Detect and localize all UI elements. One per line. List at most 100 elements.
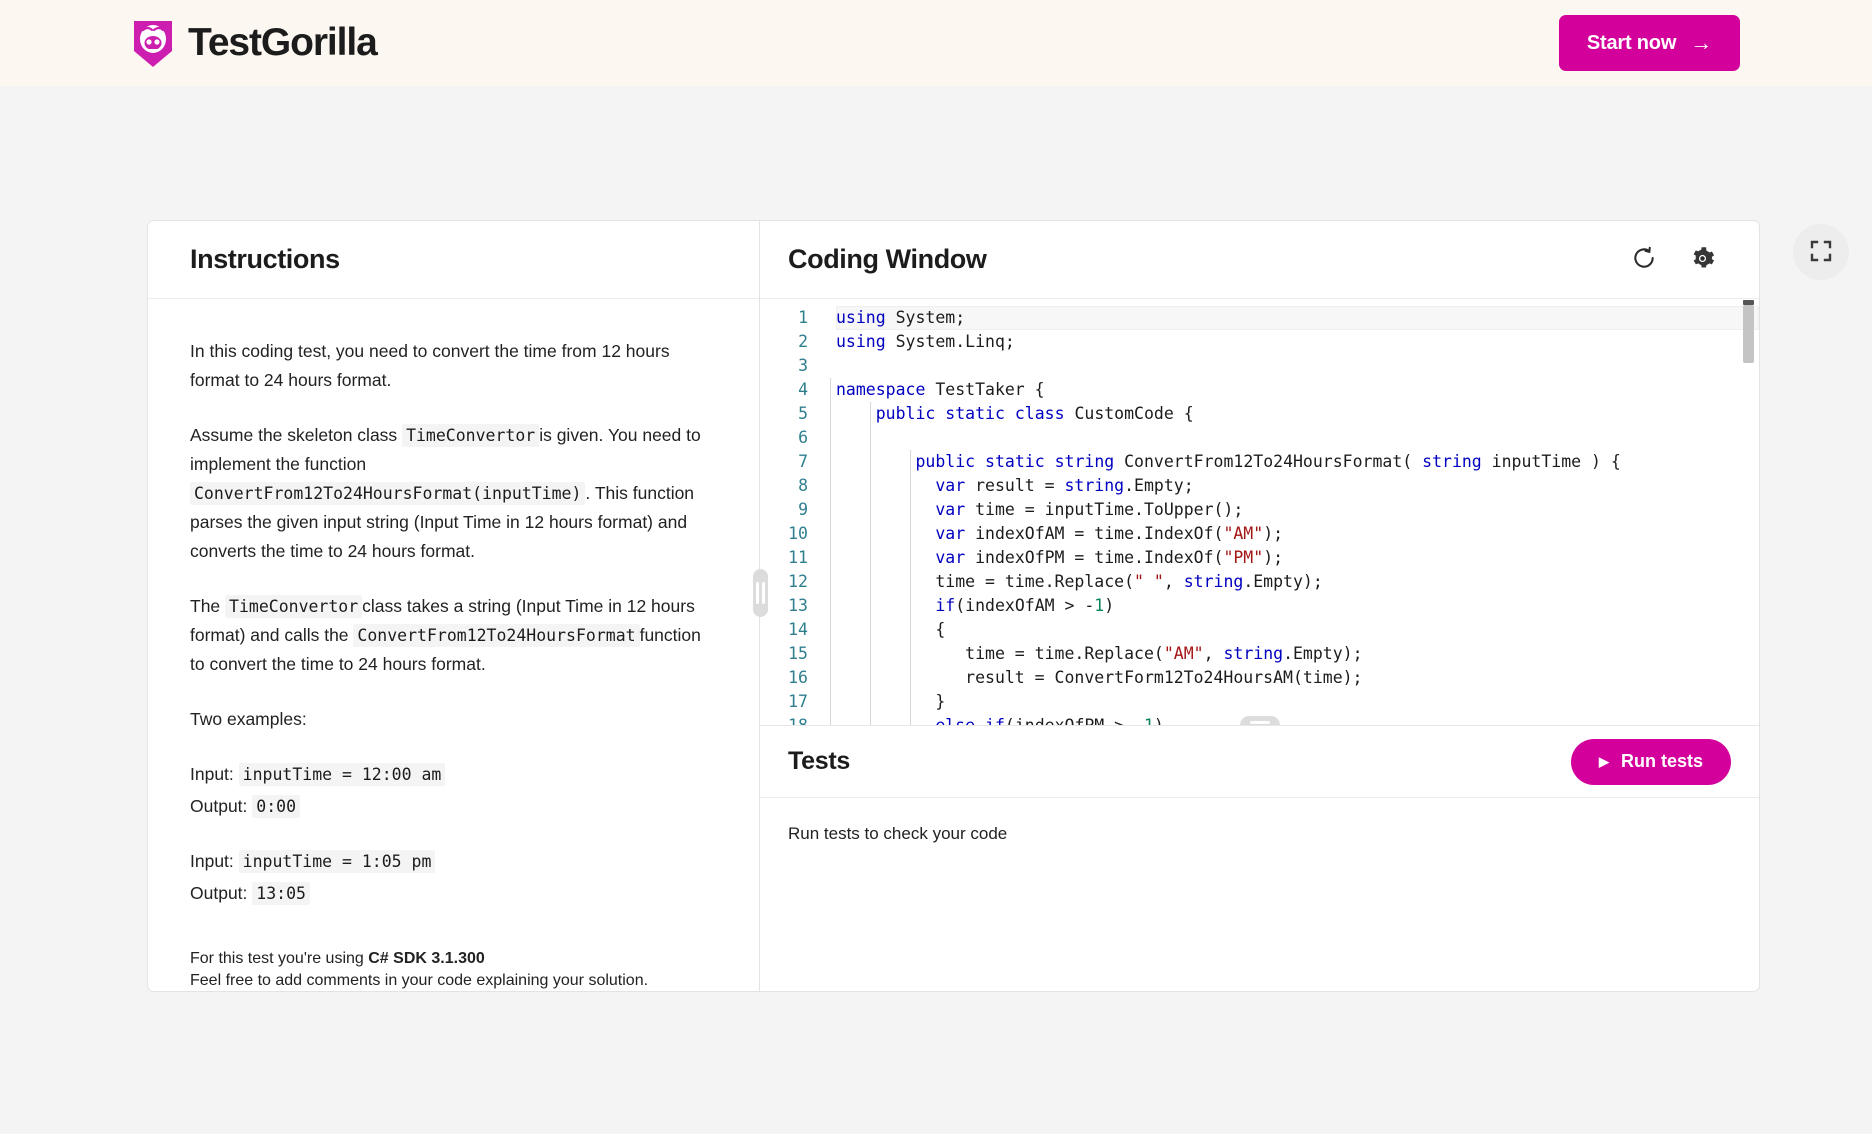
resize-grip-line [762, 582, 765, 604]
code-line[interactable]: if(indexOfAM > -1) [836, 594, 1759, 618]
p3-text-a: The [190, 596, 221, 616]
tests-title: Tests [788, 747, 850, 775]
tests-empty-state: Run tests to check your code [788, 824, 1008, 843]
run-tests-label: Run tests [1620, 751, 1703, 771]
example-2-output: Output: 13:05 [190, 879, 717, 908]
top-header-bar: TestGorilla Start now → [0, 0, 1872, 86]
code-line[interactable] [836, 426, 1759, 450]
reset-rotate-icon [1631, 245, 1657, 274]
code-editor-inner[interactable]: 1 2 3 4 5 6 7 8 9 10 11 12 13 14 15 16 17 18 using System… [760, 299, 1759, 725]
p2-code-function-signature: ConvertFrom12To24HoursFormat(inputTime) [190, 482, 586, 505]
code-line[interactable]: var indexOfAM = time.IndexOf("AM"); [836, 522, 1759, 546]
example-2-output-label: Output: [190, 883, 248, 903]
start-now-label: Start now [1586, 31, 1677, 54]
code-line[interactable]: public static string ConvertFrom12To24Ho… [836, 450, 1759, 474]
examples-label: Two examples: [190, 709, 307, 729]
run-tests-button[interactable]: ▶ Run tests [1570, 738, 1731, 785]
line-number: 15 [788, 644, 808, 663]
example-1-input-label: Input: [190, 764, 234, 784]
code-line[interactable]: result = ConvertForm12To24HoursAM(time); [836, 666, 1759, 690]
reset-code-button[interactable] [1629, 245, 1659, 275]
line-number: 11 [788, 548, 808, 567]
line-number: 6 [798, 428, 808, 447]
line-number: 2 [798, 332, 808, 351]
example-2-input-value: inputTime = 1:05 pm [238, 850, 436, 873]
arrow-right-icon: → [1690, 30, 1712, 55]
example-2-input-label: Input: [190, 851, 234, 871]
coding-window-title: Coding Window [788, 244, 987, 274]
line-number: 18 [788, 716, 808, 726]
code-editor[interactable]: 1 2 3 4 5 6 7 8 9 10 11 12 13 14 15 16 17 18 using System… [760, 299, 1759, 726]
code-line[interactable]: time = time.Replace("AM", string.Empty); [836, 642, 1759, 666]
comments-hint: Feel free to add comments in your code e… [190, 972, 649, 989]
horizontal-resize-handle[interactable] [1239, 716, 1280, 725]
code-lines-container[interactable]: using System; using System.Linq; namespac… [822, 306, 1759, 725]
example-1-output-label: Output: [190, 796, 248, 816]
sdk-line-prefix: For this test you're using [190, 950, 369, 967]
line-number: 4 [798, 380, 808, 399]
coding-window-header: Coding Window [760, 221, 1759, 299]
example-1-output: Output: 0:00 [190, 792, 717, 821]
sdk-version: C# SDK 3.1.300 [368, 950, 485, 967]
tests-header: Tests ▶ Run tests [760, 726, 1759, 798]
line-number: 16 [788, 668, 808, 687]
example-1-output-value: 0:00 [252, 795, 301, 818]
resize-grip-line [1249, 720, 1270, 724]
resize-grip-line [756, 582, 759, 604]
vertical-resize-handle[interactable] [753, 569, 768, 617]
instructions-panel: Instructions In this coding test, you ne… [148, 221, 760, 991]
line-number: 10 [788, 524, 808, 543]
indent-guide-1 [830, 378, 831, 725]
example-1-input: Input: inputTime = 12:00 am [190, 760, 717, 789]
line-number: 3 [798, 356, 808, 375]
code-line[interactable]: var indexOfPM = time.IndexOf("PM"); [836, 546, 1759, 570]
instructions-content: In this coding test, you need to convert… [148, 299, 759, 991]
instructions-footer-note: For this test you're using C# SDK 3.1.30… [190, 948, 717, 991]
main-panels: Instructions In this coding test, you ne… [147, 220, 1760, 992]
line-number: 7 [798, 452, 808, 471]
code-line[interactable]: { [836, 618, 1759, 642]
code-line[interactable]: public static class CustomCode { [836, 402, 1759, 426]
brand-logo[interactable]: TestGorilla [130, 17, 378, 69]
editor-settings-button[interactable] [1687, 245, 1717, 275]
example-2-output-value: 13:05 [252, 882, 310, 905]
p3-code-timeconvertor: TimeConvertor [225, 595, 363, 618]
instructions-paragraph-2: Assume the skeleton class TimeConvertor i… [190, 421, 717, 566]
sdk-line: For this test you're using C# SDK 3.1.30… [190, 948, 717, 970]
line-number: 14 [788, 620, 808, 639]
example-1-input-value: inputTime = 12:00 am [238, 763, 446, 786]
p3-code-function-name: ConvertFrom12To24HoursFormat [353, 624, 640, 647]
code-line[interactable]: else if(indexOfPM > -1) [836, 714, 1759, 725]
line-number: 5 [798, 404, 808, 423]
line-number: 17 [788, 692, 808, 711]
code-line[interactable]: namespace TestTaker { [836, 378, 1759, 402]
fullscreen-expand-icon [1809, 239, 1833, 266]
p2-text-a: Assume the skeleton class [190, 425, 398, 445]
code-line[interactable]: var time = inputTime.ToUpper(); [836, 498, 1759, 522]
line-number: 8 [798, 476, 808, 495]
editor-scrollbar-thumb[interactable] [1743, 305, 1754, 363]
coding-side: Coding Window 1 2 3 4 5 6 7 8 9 10 11 12… [760, 221, 1759, 991]
line-number: 1 [798, 308, 808, 327]
fullscreen-toggle-button[interactable] [1793, 224, 1849, 280]
play-icon: ▶ [1598, 754, 1609, 769]
coding-window-actions [1629, 245, 1717, 275]
code-line[interactable]: using System; [836, 306, 1759, 330]
instructions-paragraph-1: In this coding test, you need to convert… [190, 341, 670, 390]
gorilla-logo-icon [130, 17, 176, 69]
instructions-header: Instructions [148, 221, 759, 299]
tests-results-area: Run tests to check your code [760, 798, 1759, 991]
workspace: Instructions In this coding test, you ne… [0, 86, 1872, 1134]
editor-vertical-scrollbar[interactable] [1743, 299, 1757, 725]
instructions-paragraph-3: The TimeConvertor class takes a string (I… [190, 592, 717, 679]
example-2-input: Input: inputTime = 1:05 pm [190, 847, 717, 876]
instructions-title: Instructions [190, 244, 340, 274]
code-line[interactable]: time = time.Replace(" ", string.Empty); [836, 570, 1759, 594]
gear-icon [1689, 245, 1716, 275]
code-line[interactable]: } [836, 690, 1759, 714]
p2-code-timeconvertor: TimeConvertor [402, 424, 540, 447]
start-now-button[interactable]: Start now → [1558, 15, 1740, 71]
code-line[interactable]: var result = string.Empty; [836, 474, 1759, 498]
code-line[interactable]: using System.Linq; [836, 330, 1759, 354]
code-line[interactable] [836, 354, 1759, 378]
